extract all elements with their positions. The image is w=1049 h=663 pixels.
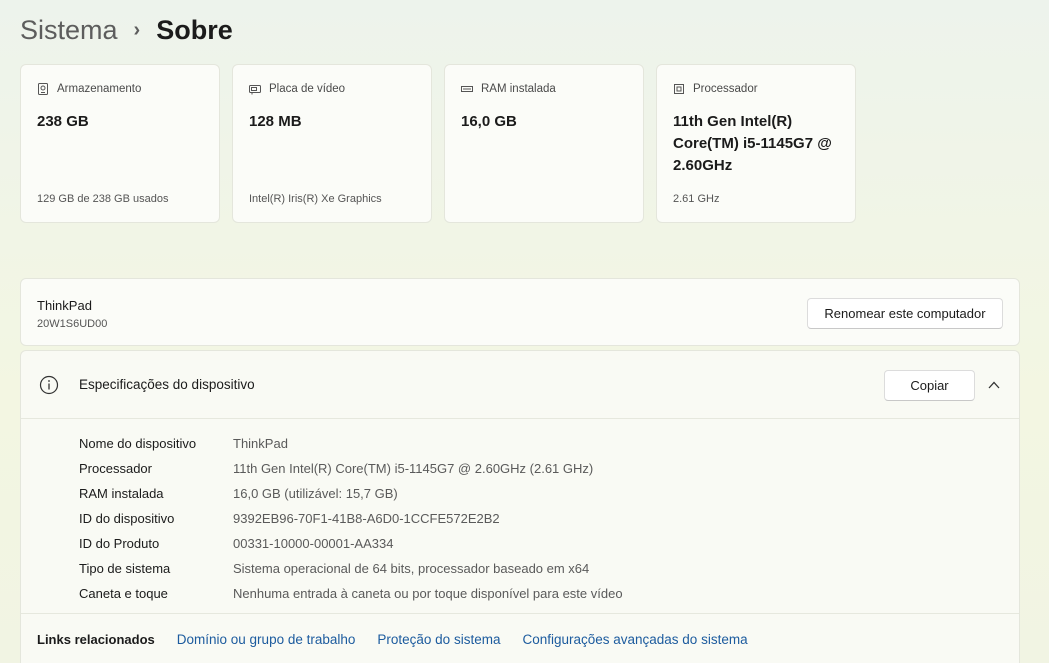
cpu-icon [674,84,684,94]
spec-label: Caneta e toque [79,586,168,601]
spec-row: Caneta e toque Nenhuma entrada à caneta … [79,581,623,606]
info-icon [39,375,59,395]
page-title: Sobre [156,14,233,45]
card-value: 238 GB [37,113,89,130]
device-name-panel: ThinkPad 20W1S6UD00 Renomear este comput… [20,278,1020,346]
spec-value: 16,0 GB (utilizável: 15,7 GB) [233,486,398,501]
spec-label: ID do dispositivo [79,511,175,526]
spec-row: ID do Produto 00331-10000-00001-AA334 [79,531,623,556]
chevron-up-icon[interactable] [987,378,1001,392]
card-subtext: 2.61 GHz [673,193,720,205]
device-model: 20W1S6UD00 [37,318,108,330]
card-title: RAM instalada [481,83,556,95]
spec-value: Sistema operacional de 64 bits, processa… [233,561,590,576]
card-subtext: 129 GB de 238 GB usados [37,193,169,205]
summary-cards: Armazenamento 238 GB 129 GB de 238 GB us… [20,64,856,223]
breadcrumb-parent-sistema[interactable]: Sistema [20,15,118,46]
spec-row: ID do dispositivo 9392EB96-70F1-41B8-A6D… [79,506,623,531]
card-storage[interactable]: Armazenamento 238 GB 129 GB de 238 GB us… [20,64,220,223]
ram-icon [461,86,473,92]
spec-value: 00331-10000-00001-AA334 [233,536,394,551]
spec-list: Nome do dispositivo ThinkPad Processador… [79,431,623,606]
card-title: Processador [693,83,758,95]
card-value: 128 MB [249,113,302,130]
rename-computer-button[interactable]: Renomear este computador [807,298,1003,329]
spec-row: Tipo de sistema Sistema operacional de 6… [79,556,623,581]
link-advanced-system-settings[interactable]: Configurações avançadas do sistema [522,632,747,647]
spec-label: ID do Produto [79,536,160,551]
card-subtext: Intel(R) Iris(R) Xe Graphics [249,193,382,205]
card-ram[interactable]: RAM instalada 16,0 GB [444,64,644,223]
breadcrumb: Sistema › Sobre [20,10,233,50]
card-value: 16,0 GB [461,113,517,130]
card-value: 11th Gen Intel(R) Core(TM) i5-1145G7 @ 2… [673,113,832,174]
spec-label: Processador [79,461,152,476]
related-links: Links relacionados Domínio ou grupo de t… [21,613,1019,663]
gpu-icon [249,85,261,95]
link-domain-workgroup[interactable]: Domínio ou grupo de trabalho [177,632,356,647]
device-specs-title: Especificações do dispositivo [79,377,255,392]
card-processor[interactable]: Processador 11th Gen Intel(R) Core(TM) i… [656,64,856,223]
device-name: ThinkPad [37,298,92,313]
card-title: Armazenamento [57,83,142,95]
device-specs-panel: Especificações do dispositivo Copiar Nom… [20,350,1020,663]
storage-icon [38,83,48,95]
spec-row: RAM instalada 16,0 GB (utilizável: 15,7 … [79,481,623,506]
spec-label: Tipo de sistema [79,561,171,576]
breadcrumb-separator-icon: › [133,18,141,41]
copy-button[interactable]: Copiar [884,370,975,401]
card-gpu[interactable]: Placa de vídeo 128 MB Intel(R) Iris(R) X… [232,64,432,223]
spec-value: 11th Gen Intel(R) Core(TM) i5-1145G7 @ 2… [233,461,594,476]
spec-row: Processador 11th Gen Intel(R) Core(TM) i… [79,456,623,481]
device-specs-header[interactable]: Especificações do dispositivo Copiar [21,351,1019,419]
spec-value: 9392EB96-70F1-41B8-A6D0-1CCFE572E2B2 [233,511,500,526]
spec-value: Nenhuma entrada à caneta ou por toque di… [233,586,623,601]
related-links-label: Links relacionados [37,631,155,647]
link-system-protection[interactable]: Proteção do sistema [377,632,500,647]
card-title: Placa de vídeo [269,83,346,95]
spec-row: Nome do dispositivo ThinkPad [79,431,623,456]
spec-value: ThinkPad [233,436,288,451]
spec-label: Nome do dispositivo [79,436,197,451]
spec-label: RAM instalada [79,486,164,501]
